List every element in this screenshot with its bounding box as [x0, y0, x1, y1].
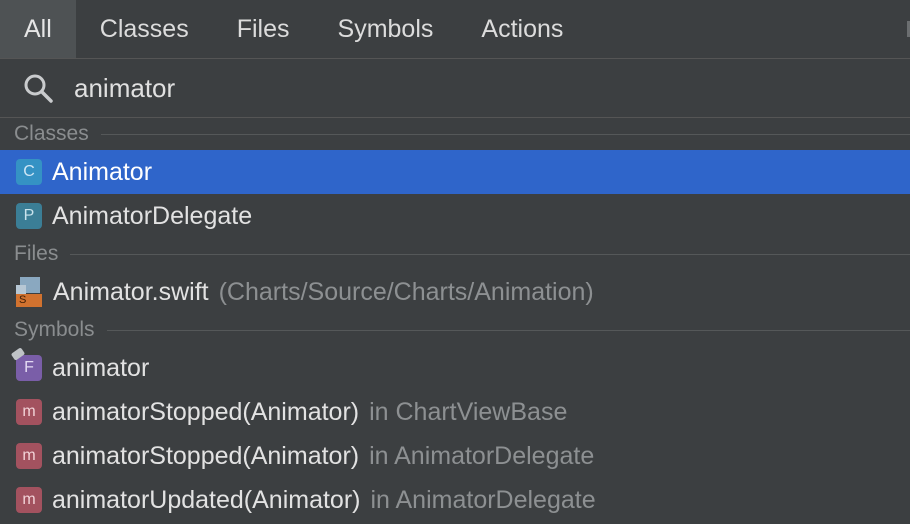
search-icon — [24, 74, 53, 103]
result-row[interactable]: m animatorUpdated(Animator) in AnimatorD… — [0, 478, 910, 522]
field-icon: F — [10, 347, 42, 381]
result-row[interactable]: m animatorStopped(Animator) in AnimatorD… — [0, 434, 910, 478]
result-row[interactable]: F animator — [0, 346, 910, 390]
result-name: Animator.swift — [53, 277, 209, 306]
result-row[interactable]: P AnimatorDelegate — [0, 194, 910, 238]
section-header-classes: Classes — [0, 118, 910, 150]
search-input[interactable] — [74, 72, 834, 104]
tab-files[interactable]: Files — [213, 0, 314, 58]
result-row[interactable]: C Animator — [0, 150, 910, 194]
result-name: animatorStopped(Animator) — [52, 441, 360, 470]
result-name: AnimatorDelegate — [52, 201, 253, 230]
section-divider — [100, 133, 910, 135]
method-icon: m — [16, 487, 42, 513]
result-context: in AnimatorDelegate — [370, 485, 596, 514]
section-divider — [106, 329, 910, 331]
result-name: animator — [52, 353, 150, 382]
swift-file-icon: S — [16, 277, 44, 307]
protocol-icon: P — [16, 203, 42, 229]
tab-bar: All Classes Files Symbols Actions — [0, 0, 910, 59]
result-name: Animator — [52, 157, 153, 186]
result-context: in ChartViewBase — [369, 397, 568, 426]
result-row[interactable]: S Animator.swift (Charts/Source/Charts/A… — [0, 270, 910, 314]
tab-actions[interactable]: Actions — [457, 0, 587, 58]
tab-all[interactable]: All — [0, 0, 76, 58]
search-row — [0, 59, 910, 118]
result-name: animatorUpdated(Animator) — [52, 485, 361, 514]
method-icon: m — [16, 443, 42, 469]
class-icon: C — [16, 159, 42, 185]
section-title: Classes — [14, 122, 89, 145]
pin-icon — [10, 347, 26, 361]
tab-symbols[interactable]: Symbols — [314, 0, 458, 58]
result-path: (Charts/Source/Charts/Animation) — [218, 277, 594, 306]
section-header-symbols: Symbols — [0, 314, 910, 346]
result-name: animatorStopped(Animator) — [52, 397, 360, 426]
section-header-files: Files — [0, 238, 910, 270]
tab-classes[interactable]: Classes — [76, 0, 213, 58]
section-title: Symbols — [14, 318, 95, 341]
result-context: in AnimatorDelegate — [369, 441, 595, 470]
method-icon: m — [16, 399, 42, 425]
section-divider — [70, 253, 910, 255]
result-row[interactable]: m animatorStopped(Animator) in ChartView… — [0, 390, 910, 434]
search-everywhere-popup: All Classes Files Symbols Actions Classe… — [0, 0, 910, 524]
section-title: Files — [14, 242, 59, 265]
